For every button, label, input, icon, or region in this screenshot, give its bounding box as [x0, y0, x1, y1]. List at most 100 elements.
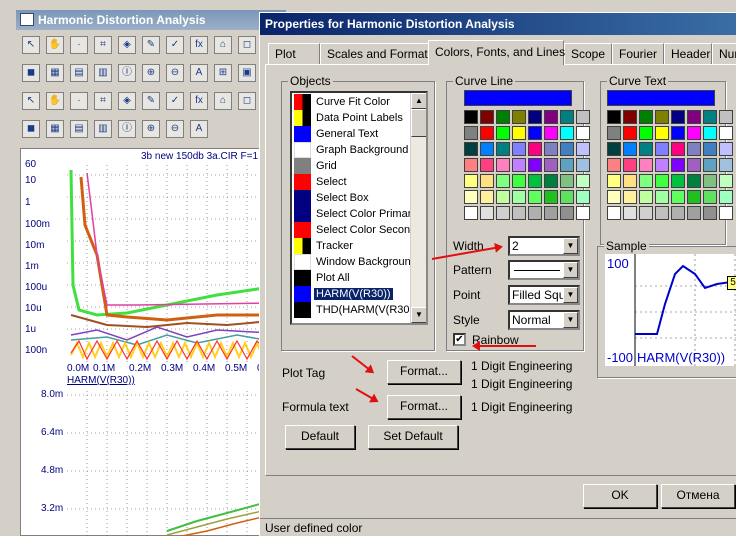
palette-color-cell[interactable]	[639, 174, 653, 188]
toolbar-button-icon[interactable]: ✓	[166, 92, 184, 110]
scroll-down-arrow-icon[interactable]: ▼	[411, 307, 426, 323]
tab-colors-fonts-lines[interactable]: Colors, Fonts, and Lines	[428, 40, 565, 65]
toolbar-button-icon[interactable]: ⊖	[166, 64, 184, 82]
palette-color-cell[interactable]	[496, 126, 510, 140]
toolbar-button-icon[interactable]: ⊞	[214, 64, 232, 82]
palette-color-cell[interactable]	[623, 158, 637, 172]
palette-color-cell[interactable]	[671, 174, 685, 188]
toolbar-button-icon[interactable]: ▤	[70, 64, 88, 82]
object-list-item[interactable]: Select Color Primary	[292, 206, 414, 222]
plot-area[interactable]: 3b new 150db 3a.CIR F=1 60 10 1 100m 10m…	[20, 148, 271, 536]
palette-color-cell[interactable]	[607, 110, 621, 124]
object-list-item[interactable]: Data Point Labels	[292, 110, 414, 126]
toolbar-button-icon[interactable]: ▥	[94, 120, 112, 138]
palette-color-cell[interactable]	[528, 158, 542, 172]
palette-color-cell[interactable]	[560, 110, 574, 124]
palette-color-cell[interactable]	[560, 142, 574, 156]
pattern-combo[interactable]: ▼	[508, 260, 580, 280]
object-list-item[interactable]: Window Background	[292, 254, 414, 270]
palette-color-cell[interactable]	[528, 110, 542, 124]
palette-color-cell[interactable]	[655, 174, 669, 188]
palette-color-cell[interactable]	[560, 158, 574, 172]
palette-color-cell[interactable]	[687, 190, 701, 204]
palette-color-cell[interactable]	[512, 206, 526, 220]
object-list-item[interactable]: General Text	[292, 126, 414, 142]
palette-color-cell[interactable]	[576, 174, 590, 188]
tab-scales-and-formats[interactable]: Scales and Formats	[320, 43, 434, 64]
dialog-title[interactable]: Properties for Harmonic Distortion Analy…	[260, 13, 736, 35]
toolbar-button-icon[interactable]: ⊕	[142, 120, 160, 138]
palette-color-cell[interactable]	[687, 110, 701, 124]
palette-color-cell[interactable]	[671, 206, 685, 220]
chevron-down-icon[interactable]: ▼	[563, 238, 578, 254]
objects-list[interactable]: Curve Fit Color Data Point Labels General …	[290, 91, 428, 325]
objects-scrollbar[interactable]: ▲ ▼	[410, 93, 426, 323]
palette-color-cell[interactable]	[464, 190, 478, 204]
palette-color-cell[interactable]	[560, 190, 574, 204]
palette-color-cell[interactable]	[671, 126, 685, 140]
toolbar-button-icon[interactable]: ·	[70, 36, 88, 54]
palette-color-cell[interactable]	[464, 158, 478, 172]
set-default-button[interactable]: Set Default	[368, 425, 458, 449]
palette-color-cell[interactable]	[512, 142, 526, 156]
palette-color-cell[interactable]	[480, 126, 494, 140]
palette-color-cell[interactable]	[687, 158, 701, 172]
palette-color-cell[interactable]	[607, 174, 621, 188]
palette-color-cell[interactable]	[623, 190, 637, 204]
toolbar-button-icon[interactable]: ⌂	[214, 92, 232, 110]
toolbar-button-icon[interactable]: ⌂	[214, 36, 232, 54]
palette-color-cell[interactable]	[544, 110, 558, 124]
default-button[interactable]: Default	[285, 425, 355, 449]
palette-color-cell[interactable]	[496, 206, 510, 220]
palette-color-cell[interactable]	[512, 110, 526, 124]
toolbar-button-icon[interactable]: ▤	[70, 120, 88, 138]
palette-color-cell[interactable]	[544, 206, 558, 220]
tab-scope[interactable]: Scope	[564, 43, 612, 64]
palette-color-cell[interactable]	[544, 190, 558, 204]
object-list-item[interactable]: Curve Fit Color	[292, 94, 414, 110]
palette-color-cell[interactable]	[671, 158, 685, 172]
palette-color-cell[interactable]	[671, 142, 685, 156]
palette-color-cell[interactable]	[576, 190, 590, 204]
palette-color-cell[interactable]	[528, 142, 542, 156]
toolbar-button-icon[interactable]: ✓	[166, 36, 184, 54]
palette-color-cell[interactable]	[703, 142, 717, 156]
toolbar-button-icon[interactable]: ·	[70, 92, 88, 110]
palette-color-cell[interactable]	[528, 174, 542, 188]
palette-color-cell[interactable]	[623, 174, 637, 188]
curve-line-palette[interactable]	[464, 110, 590, 220]
object-list-item[interactable]: Plot All	[292, 270, 414, 286]
palette-color-cell[interactable]	[576, 110, 590, 124]
toolbar-button-icon[interactable]: ✎	[142, 36, 160, 54]
palette-color-cell[interactable]	[719, 126, 733, 140]
object-list-item[interactable]: Select	[292, 174, 414, 190]
tab-plot[interactable]: Plot	[268, 43, 320, 64]
ok-button[interactable]: OK	[583, 484, 657, 508]
toolbar-button-icon[interactable]: ◈	[118, 36, 136, 54]
palette-color-cell[interactable]	[480, 190, 494, 204]
toolbar-button-icon[interactable]: ▦	[46, 120, 64, 138]
palette-color-cell[interactable]	[623, 110, 637, 124]
toolbar-button-icon[interactable]: ⌗	[94, 92, 112, 110]
palette-color-cell[interactable]	[512, 174, 526, 188]
toolbar-button-icon[interactable]: Ⓘ	[118, 64, 136, 82]
object-list-item[interactable]: Tracker	[292, 238, 414, 254]
scroll-up-arrow-icon[interactable]: ▲	[411, 93, 426, 109]
toolbar-button-icon[interactable]: ▦	[46, 64, 64, 82]
palette-color-cell[interactable]	[719, 158, 733, 172]
object-list-item[interactable]: HARM(V(R30))	[292, 286, 414, 302]
palette-color-cell[interactable]	[496, 110, 510, 124]
toolbar-button-icon[interactable]: A	[190, 120, 208, 138]
palette-color-cell[interactable]	[655, 190, 669, 204]
point-combo[interactable]: Filled Square ▼	[508, 285, 580, 305]
chevron-down-icon[interactable]: ▼	[563, 287, 578, 303]
palette-color-cell[interactable]	[703, 206, 717, 220]
palette-color-cell[interactable]	[719, 206, 733, 220]
palette-color-cell[interactable]	[464, 110, 478, 124]
palette-color-cell[interactable]	[480, 142, 494, 156]
palette-color-cell[interactable]	[560, 206, 574, 220]
chevron-down-icon[interactable]: ▼	[563, 312, 578, 328]
palette-color-cell[interactable]	[639, 206, 653, 220]
rainbow-checkbox[interactable]: ✔	[453, 333, 466, 346]
palette-color-cell[interactable]	[719, 174, 733, 188]
